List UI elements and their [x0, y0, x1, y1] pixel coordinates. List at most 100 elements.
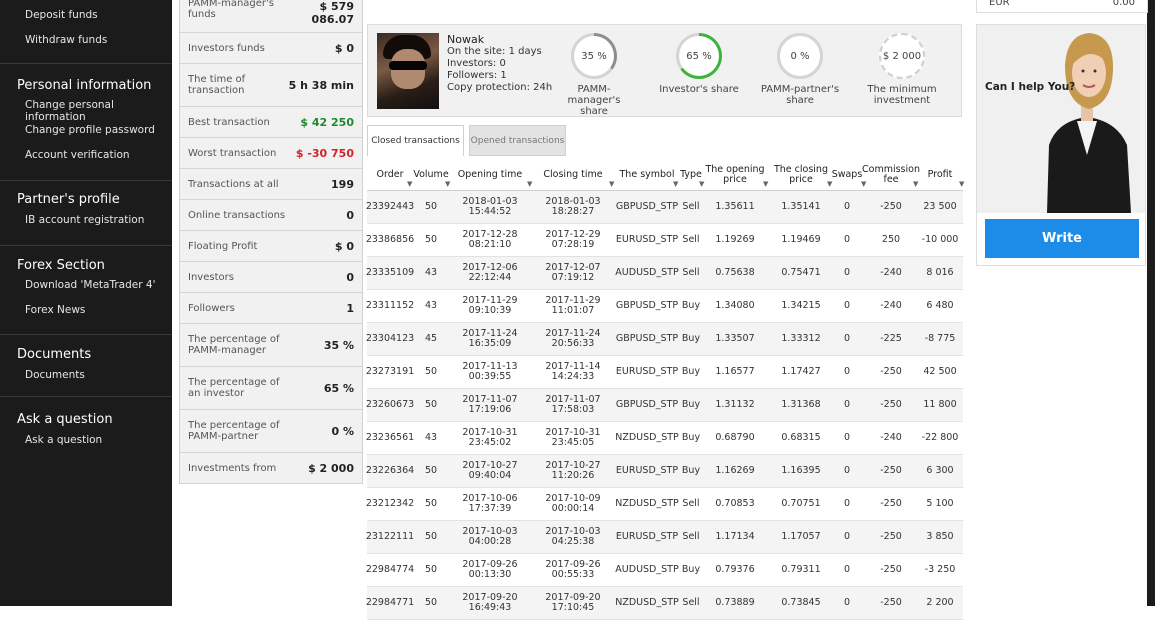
cell-time: 00:55:33	[551, 569, 595, 580]
table-cell: 2018-01-03 15:44:52	[451, 191, 529, 223]
stat-value: 0	[346, 270, 354, 284]
table-cell: 23392443	[365, 201, 415, 212]
stat-label: The percentage of an investor	[188, 377, 280, 399]
table-cell: 0	[843, 465, 851, 476]
table-row: 23212342 50 2017-10-06 17:37:39 2017-10-09 00…	[366, 488, 963, 521]
table-row: 23236561 43 2017-10-31 23:45:02 2017-10-31 23…	[365, 422, 963, 455]
table-cell: 23273191	[365, 366, 415, 377]
write-button[interactable]: Write	[985, 219, 1139, 258]
sort-arrow-icon[interactable]: ▼	[763, 180, 768, 188]
sidebar-item[interactable]: Deposit funds	[0, 9, 98, 21]
sidebar-item[interactable]: Account verification	[0, 149, 130, 161]
stat-value: $ -30 750	[295, 146, 354, 160]
table-cell: 1.34215	[781, 300, 821, 311]
table-cell: 23335109	[365, 267, 415, 278]
stat-row: Investors 0	[180, 262, 362, 293]
table-cell: EURUSD_STP	[615, 465, 679, 476]
help-widget: Can I help You? Write	[976, 24, 1146, 266]
table-cell: 23226364	[365, 465, 415, 476]
sidebar-divider	[0, 63, 172, 64]
table-cell: 2017-11-29 09:10:39	[451, 290, 529, 322]
column-header[interactable]: The closing price	[769, 160, 833, 190]
table-cell: 0	[843, 531, 851, 542]
right-edge-bar	[1147, 0, 1155, 606]
table-cell: -250	[880, 531, 902, 542]
column-header[interactable]: The opening price	[703, 160, 767, 190]
sidebar-item[interactable]: Ask a question	[0, 434, 102, 446]
table-cell: GBPUSD_STP	[615, 300, 679, 311]
stat-row: Transactions at all 199	[180, 169, 362, 200]
table-cell: -250	[880, 366, 902, 377]
sidebar-item[interactable]: Forex News	[0, 304, 85, 316]
sidebar-item[interactable]: Documents	[0, 369, 85, 381]
sort-arrow-icon[interactable]: ▼	[673, 180, 678, 188]
sidebar-item[interactable]: IB account registration	[0, 214, 144, 226]
sort-arrow-icon[interactable]: ▼	[827, 180, 832, 188]
tab-opened-transactions[interactable]: Opened transactions	[469, 125, 566, 156]
table-cell: 0	[843, 267, 851, 278]
table-cell: 0	[843, 432, 851, 443]
table-cell: 2017-12-28 08:21:10	[451, 224, 529, 256]
table-cell: Buy	[681, 333, 701, 344]
table-cell: 50	[424, 498, 438, 509]
sidebar-item[interactable]: Download 'MetaTrader 4'	[0, 279, 155, 291]
table-cell: -3 250	[924, 564, 956, 575]
column-header[interactable]: Opening time	[451, 160, 529, 190]
sort-arrow-icon[interactable]: ▼	[445, 180, 450, 188]
table-cell: 2017-10-03 04:00:28	[451, 521, 529, 553]
cell-time: 11:01:07	[551, 305, 595, 316]
cell-time: 17:10:45	[551, 602, 595, 613]
table-cell: -240	[880, 432, 902, 443]
table-cell: 1.19469	[781, 234, 821, 245]
table-cell: EURUSD_STP	[615, 234, 679, 245]
cell-time: 08:21:10	[468, 239, 512, 250]
table-cell: 50	[424, 597, 438, 608]
gauge-ring: $ 2 000	[879, 33, 925, 79]
help-question: Can I help You?	[985, 81, 1076, 93]
gauge-label: PAMM-manager's share	[567, 84, 621, 117]
table-cell: 0	[843, 498, 851, 509]
sort-arrow-icon[interactable]: ▼	[861, 180, 866, 188]
sidebar-section-title: Documents	[17, 347, 92, 362]
table-cell: Sell	[682, 597, 700, 608]
sort-arrow-icon[interactable]: ▼	[609, 180, 614, 188]
table-cell: 0.75471	[781, 267, 821, 278]
table-cell: 2017-12-07 07:19:12	[533, 257, 613, 289]
table-cell: 2017-11-24 20:56:33	[533, 323, 613, 355]
cell-time: 17:37:39	[468, 503, 512, 514]
table-cell: NZDUSD_STP	[615, 498, 679, 509]
stat-label: Worst transaction	[188, 147, 277, 159]
table-row: 23273191 50 2017-11-13 00:39:55 2017-11-14 14…	[365, 356, 963, 389]
table-cell: 23236561	[365, 432, 415, 443]
stat-value: $ 0	[334, 239, 354, 253]
stat-label: Followers	[188, 302, 235, 314]
sidebar-item[interactable]: Change profile password	[0, 124, 155, 136]
table-cell: -250	[880, 564, 902, 575]
sort-arrow-icon[interactable]: ▼	[959, 180, 964, 188]
sidebar-item[interactable]: Change personal information	[0, 99, 172, 123]
stat-label: The percentage of PAMM-manager	[188, 334, 280, 356]
table-cell: 45	[424, 333, 438, 344]
table-cell: 1.35141	[781, 201, 821, 212]
table-cell: 50	[424, 564, 438, 575]
stat-row: Investments from $ 2 000	[180, 453, 362, 484]
sort-arrow-icon[interactable]: ▼	[699, 180, 704, 188]
column-header[interactable]: Profit	[917, 160, 963, 190]
column-header[interactable]: Commission fee	[862, 160, 920, 190]
stat-value: 35 %	[323, 338, 354, 352]
table-cell: Sell	[682, 234, 700, 245]
table-cell: 2017-09-26 00:13:30	[451, 554, 529, 586]
column-header[interactable]: Swaps	[831, 160, 863, 190]
table-cell: 43	[424, 267, 438, 278]
stat-value: 0 %	[331, 424, 354, 438]
table-cell: 42 500	[923, 366, 957, 377]
column-header[interactable]: Volume	[413, 160, 449, 190]
column-header[interactable]: The symbol	[615, 160, 679, 190]
tab-closed-transactions[interactable]: Closed transactions	[367, 125, 464, 156]
sort-arrow-icon[interactable]: ▼	[527, 180, 532, 188]
sidebar-item[interactable]: Withdraw funds	[0, 34, 107, 46]
column-header[interactable]: Closing time	[533, 160, 613, 190]
sort-arrow-icon[interactable]: ▼	[913, 180, 918, 188]
sidebar-section-title: Ask a question	[17, 412, 113, 427]
sort-arrow-icon[interactable]: ▼	[407, 180, 412, 188]
